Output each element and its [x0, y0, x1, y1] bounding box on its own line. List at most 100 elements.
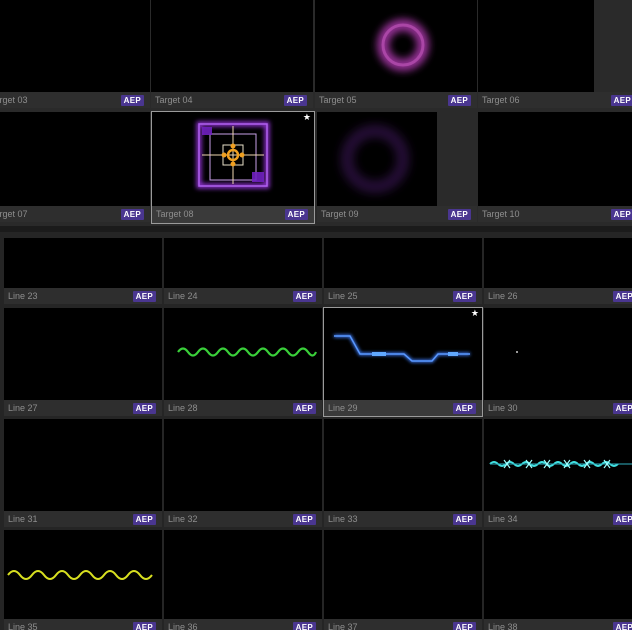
preset-line-33[interactable]: Line 33 AEP [324, 419, 482, 527]
aep-badge: AEP [132, 290, 156, 302]
aep-badge: AEP [452, 402, 476, 414]
thumbnail [4, 308, 162, 400]
label-bar: Target 04 AEP [151, 92, 313, 108]
aep-badge: AEP [132, 513, 156, 525]
preset-name: Target 04 [155, 95, 193, 105]
preset-name: Line 32 [168, 514, 198, 524]
preset-name: Line 38 [488, 622, 518, 630]
preset-name: Line 24 [168, 291, 198, 301]
preset-name: Line 34 [488, 514, 518, 524]
thumbnail [4, 238, 162, 288]
label-bar: Line 35 AEP [4, 619, 162, 630]
preset-name: Target 06 [482, 95, 520, 105]
thumbnail [484, 530, 632, 619]
label-bar: Target 08 AEP [152, 206, 314, 222]
thumbnail [0, 0, 150, 92]
label-bar: Target 06 AEP [478, 92, 632, 108]
line-presets-panel: Line 23 AEP Line 24 AEP Line 25 AEP Line… [0, 232, 632, 630]
preset-line-28[interactable]: Line 28 AEP [164, 308, 322, 416]
preset-name: Line 37 [328, 622, 358, 630]
preset-target-10[interactable]: Target 10 AEP [478, 112, 632, 224]
favorite-star-icon[interactable]: ★ [471, 309, 479, 318]
preset-line-32[interactable]: Line 32 AEP [164, 419, 322, 527]
preset-target-05[interactable]: Target 05 AEP [315, 0, 477, 110]
thumbnail [164, 419, 322, 511]
thumbnail [484, 238, 632, 288]
preset-line-37[interactable]: Line 37 AEP [324, 530, 482, 630]
preset-name: Line 23 [8, 291, 38, 301]
thumbnail [4, 530, 162, 619]
preset-name: Target 09 [321, 209, 359, 219]
aep-badge: AEP [283, 94, 307, 106]
preset-target-09[interactable]: Target 09 AEP [317, 112, 477, 224]
preset-name: Target 10 [482, 209, 520, 219]
preset-line-27[interactable]: Line 27 AEP [4, 308, 162, 416]
dot-icon [516, 351, 518, 353]
aep-badge: AEP [120, 94, 144, 106]
label-bar: Target 10 AEP [478, 206, 632, 222]
thumbnail [0, 112, 150, 206]
thumbnail [324, 530, 482, 619]
aep-badge: AEP [610, 94, 632, 106]
favorite-star-icon[interactable]: ★ [303, 113, 311, 122]
aep-badge: AEP [452, 621, 476, 630]
thumbnail [317, 112, 437, 206]
preset-name: Line 31 [8, 514, 38, 524]
label-bar: Line 36 AEP [164, 619, 322, 630]
preset-target-06[interactable]: Target 06 AEP [478, 0, 632, 110]
thumbnail [4, 419, 162, 511]
preset-name: Line 26 [488, 291, 518, 301]
preset-line-24[interactable]: Line 24 AEP [164, 238, 322, 304]
preset-line-38[interactable]: Line 38 AEP [484, 530, 632, 630]
label-bar: Line 26 AEP [484, 288, 632, 304]
aep-badge: AEP [292, 513, 316, 525]
label-bar: Target 09 AEP [317, 206, 477, 222]
thumbnail: ★ [152, 112, 314, 206]
preset-line-25[interactable]: Line 25 AEP [324, 238, 482, 304]
thumbnail [164, 308, 322, 400]
preset-line-23[interactable]: Line 23 AEP [4, 238, 162, 304]
preset-target-07[interactable]: Target 07 AEP [0, 112, 150, 224]
preset-target-04[interactable]: Target 04 AEP [151, 0, 313, 110]
label-bar: Line 37 AEP [324, 619, 482, 630]
thumbnail [478, 0, 594, 92]
thumbnail [324, 419, 482, 511]
preset-target-08[interactable]: ★ Target 08 AEP [151, 111, 315, 224]
aep-badge: AEP [610, 208, 632, 220]
aep-badge: AEP [120, 208, 144, 220]
aep-badge: AEP [612, 513, 632, 525]
preset-line-26[interactable]: Line 26 AEP [484, 238, 632, 304]
thumbnail [164, 238, 322, 288]
aep-badge: AEP [612, 290, 632, 302]
aep-badge: AEP [284, 208, 308, 220]
crosshair-target-icon [196, 121, 270, 189]
label-bar: Line 32 AEP [164, 511, 322, 527]
preset-name: Target 08 [156, 209, 194, 219]
preset-target-03[interactable]: Target 03 AEP [0, 0, 150, 110]
thumbnail [315, 0, 477, 92]
preset-line-34[interactable]: Line 34 AEP [484, 419, 632, 527]
label-bar: Line 38 AEP [484, 619, 632, 630]
label-bar: Line 23 AEP [4, 288, 162, 304]
preset-line-31[interactable]: Line 31 AEP [4, 419, 162, 527]
preset-line-30[interactable]: Line 30 AEP [484, 308, 632, 416]
glow-ring-icon [377, 19, 429, 71]
preset-name: Line 36 [168, 622, 198, 630]
preset-line-29[interactable]: ★ Line 29 AEP [323, 307, 483, 417]
label-bar: Line 31 AEP [4, 511, 162, 527]
preset-line-36[interactable]: Line 36 AEP [164, 530, 322, 630]
preset-name: Line 35 [8, 622, 38, 630]
preset-line-35[interactable]: Line 35 AEP [4, 530, 162, 630]
aep-badge: AEP [132, 402, 156, 414]
aep-badge: AEP [292, 621, 316, 630]
aep-badge: AEP [452, 290, 476, 302]
label-bar: Line 30 AEP [484, 400, 632, 416]
thumbnail [478, 112, 632, 206]
label-bar: Target 05 AEP [315, 92, 477, 108]
aep-badge: AEP [452, 513, 476, 525]
yellow-wave-icon [7, 570, 153, 580]
thumbnail [484, 419, 632, 511]
label-bar: Line 28 AEP [164, 400, 322, 416]
preset-name: Line 27 [8, 403, 38, 413]
aep-badge: AEP [612, 621, 632, 630]
